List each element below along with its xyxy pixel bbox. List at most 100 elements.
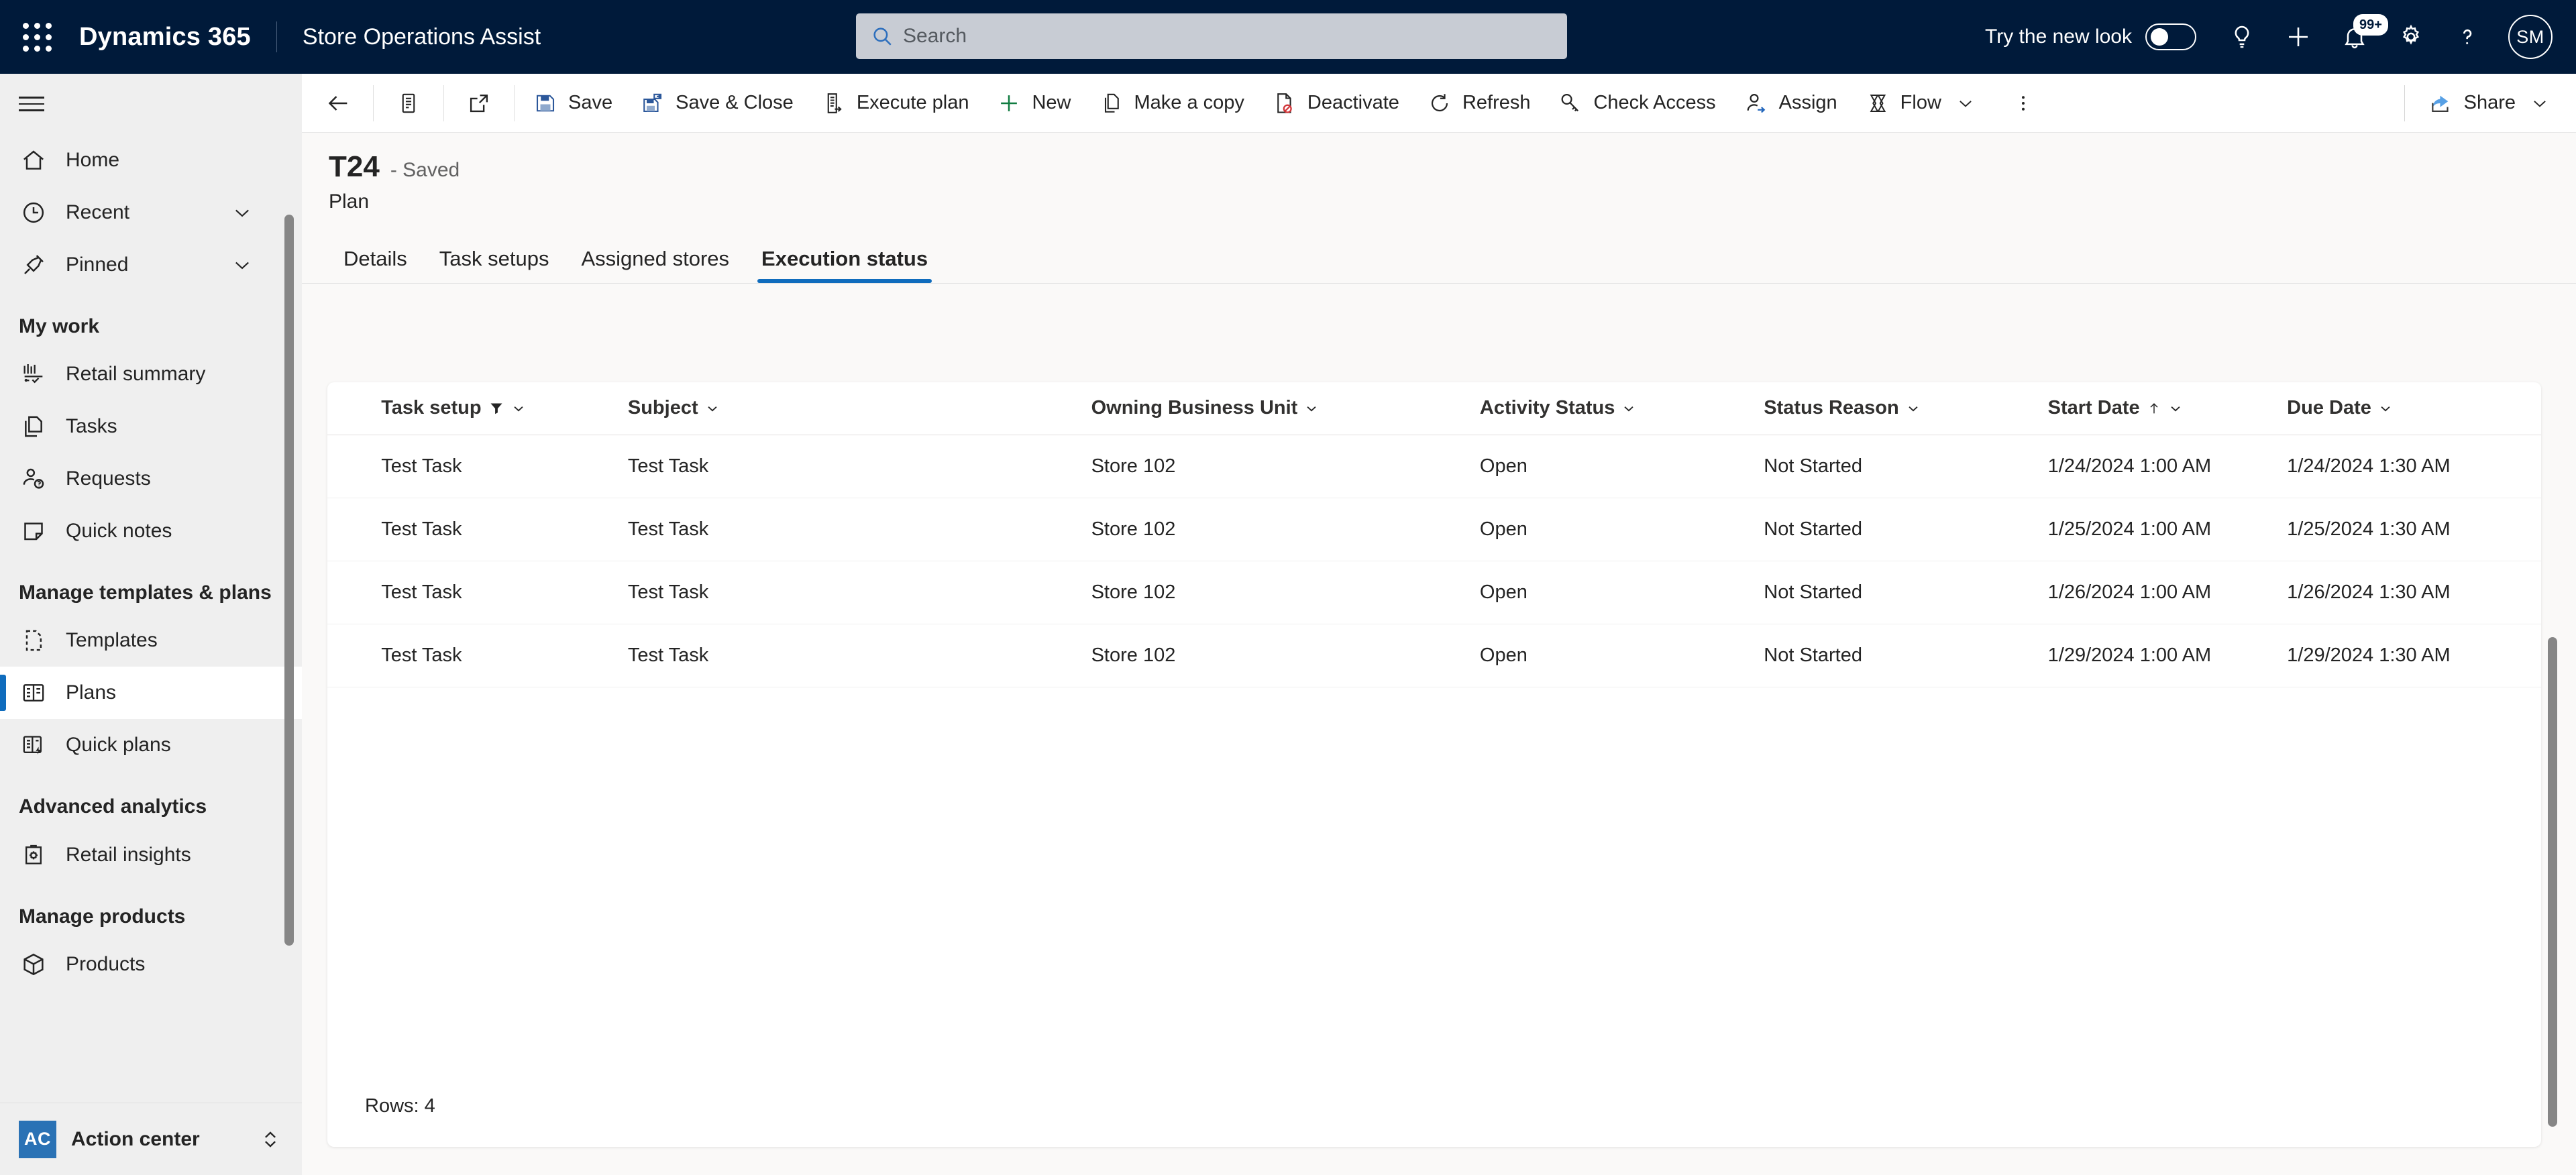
- column-header-status-reason[interactable]: Status Reason: [1764, 382, 2048, 435]
- hamburger-icon: [19, 92, 44, 116]
- cell-task-setup[interactable]: Test Task: [381, 435, 628, 498]
- settings-button[interactable]: [2383, 9, 2439, 65]
- sidebar-item-label: Products: [66, 952, 146, 975]
- tab-execution-status[interactable]: Execution status: [745, 247, 944, 283]
- filter-icon[interactable]: [488, 400, 504, 416]
- sidebar-item-products[interactable]: Products: [0, 938, 302, 991]
- column-label: Start Date: [2047, 397, 2140, 419]
- search-input[interactable]: Search: [856, 13, 1567, 59]
- action-center-button[interactable]: AC Action center: [0, 1103, 302, 1175]
- lightbulb-button[interactable]: [2214, 9, 2270, 65]
- chevron-down-icon[interactable]: [511, 401, 526, 416]
- sidebar-item-plans[interactable]: Plans: [0, 667, 302, 720]
- table-row[interactable]: Test Task Test Task Store 102 Open Not S…: [327, 561, 2541, 624]
- share-button[interactable]: Share: [2414, 74, 2576, 133]
- app-name[interactable]: Store Operations Assist: [303, 24, 541, 50]
- sitemap-toggle-button[interactable]: [0, 74, 302, 134]
- row-select-cell[interactable]: [327, 561, 382, 624]
- lightbulb-icon: [2229, 23, 2255, 50]
- app-launcher-button[interactable]: [0, 0, 74, 74]
- tab-details[interactable]: Details: [327, 247, 423, 283]
- quick-create-button[interactable]: [2270, 9, 2326, 65]
- cell-subject[interactable]: Test Task: [627, 498, 1091, 561]
- grid-body: Test Task Test Task Store 102 Open Not S…: [327, 435, 2541, 687]
- more-commands-button[interactable]: [1992, 74, 2054, 133]
- table-row[interactable]: Test Task Test Task Store 102 Open Not S…: [327, 624, 2541, 687]
- cell-subject[interactable]: Test Task: [627, 561, 1091, 624]
- select-all-cell[interactable]: [327, 382, 382, 435]
- row-select-cell[interactable]: [327, 435, 382, 498]
- chevron-down-icon[interactable]: [2378, 401, 2393, 416]
- flow-button[interactable]: Flow: [1851, 74, 1992, 133]
- new-button[interactable]: New: [982, 74, 1084, 133]
- popout-button[interactable]: [448, 74, 510, 133]
- chevron-down-icon[interactable]: [705, 401, 720, 416]
- sidebar-item-quick-notes[interactable]: Quick notes: [0, 505, 302, 557]
- help-button[interactable]: [2439, 9, 2496, 65]
- try-new-look-toggle[interactable]: Try the new look: [1985, 23, 2196, 50]
- sidebar-item-retail-summary[interactable]: Retail summary: [0, 348, 302, 400]
- cell-owning-business-unit[interactable]: Store 102: [1091, 624, 1480, 687]
- chevron-down-icon[interactable]: [1952, 90, 1979, 117]
- command-label: Share: [2463, 92, 2516, 113]
- sidebar-item-retail-insights[interactable]: Retail insights: [0, 829, 302, 881]
- sidebar-item-quick-plans[interactable]: Quick plans: [0, 719, 302, 771]
- execute-plan-button[interactable]: Execute plan: [807, 74, 983, 133]
- save-and-close-button[interactable]: Save & Close: [626, 74, 807, 133]
- cell-status-reason: Not Started: [1764, 435, 2048, 498]
- sidebar-item-requests[interactable]: Requests: [0, 453, 302, 505]
- deactivate-button[interactable]: Deactivate: [1258, 74, 1413, 133]
- save-button[interactable]: Save: [519, 74, 626, 133]
- row-select-cell[interactable]: [327, 624, 382, 687]
- chevron-up-down-icon[interactable]: [258, 1127, 283, 1152]
- chevron-down-icon[interactable]: [1621, 401, 1636, 416]
- table-row[interactable]: Test Task Test Task Store 102 Open Not S…: [327, 435, 2541, 498]
- cell-status-reason: Not Started: [1764, 498, 2048, 561]
- cell-task-setup[interactable]: Test Task: [381, 624, 628, 687]
- cell-owning-business-unit[interactable]: Store 102: [1091, 435, 1480, 498]
- table-row[interactable]: Test Task Test Task Store 102 Open Not S…: [327, 498, 2541, 561]
- sidebar-item-recent[interactable]: Recent: [0, 186, 302, 239]
- form-selector-button[interactable]: [378, 74, 439, 133]
- column-header-due-date[interactable]: Due Date: [2287, 382, 2541, 435]
- column-header-subject[interactable]: Subject: [627, 382, 1091, 435]
- check-access-button[interactable]: Check Access: [1544, 74, 1729, 133]
- cell-subject[interactable]: Test Task: [627, 435, 1091, 498]
- row-select-cell[interactable]: [327, 498, 382, 561]
- cell-owning-business-unit[interactable]: Store 102: [1091, 498, 1480, 561]
- column-header-owning-business-unit[interactable]: Owning Business Unit: [1091, 382, 1480, 435]
- assign-button[interactable]: Assign: [1729, 74, 1851, 133]
- sidebar-scrollbar[interactable]: [284, 215, 294, 946]
- chevron-down-icon[interactable]: [1304, 401, 1319, 416]
- chevron-down-icon[interactable]: [231, 201, 254, 224]
- chevron-down-icon[interactable]: [1906, 401, 1921, 416]
- cell-task-setup[interactable]: Test Task: [381, 561, 628, 624]
- assign-icon: [1743, 90, 1770, 117]
- sidebar-item-pinned[interactable]: Pinned: [0, 239, 302, 291]
- column-header-start-date[interactable]: Start Date: [2047, 382, 2288, 435]
- toggle-switch[interactable]: [2145, 23, 2196, 50]
- main-scrollbar[interactable]: [2548, 637, 2557, 1127]
- user-avatar-button[interactable]: SM: [2502, 9, 2559, 65]
- execute-icon: [820, 90, 847, 117]
- sidebar-item-tasks[interactable]: Tasks: [0, 400, 302, 453]
- sidebar-item-home[interactable]: Home: [0, 134, 302, 186]
- brand-title[interactable]: Dynamics 365: [74, 23, 251, 52]
- refresh-button[interactable]: Refresh: [1413, 74, 1544, 133]
- chevron-down-icon[interactable]: [231, 254, 254, 276]
- back-button[interactable]: [307, 74, 369, 133]
- cell-subject[interactable]: Test Task: [627, 624, 1091, 687]
- column-header-task-setup[interactable]: Task setup: [381, 382, 628, 435]
- tab-assigned-stores[interactable]: Assigned stores: [565, 247, 745, 283]
- make-a-copy-button[interactable]: Make a copy: [1085, 74, 1258, 133]
- notifications-button[interactable]: 99+: [2326, 9, 2388, 65]
- global-search[interactable]: Search: [856, 13, 1567, 59]
- cell-task-setup[interactable]: Test Task: [381, 498, 628, 561]
- chevron-down-icon[interactable]: [2168, 401, 2183, 416]
- chevron-down-icon[interactable]: [2526, 90, 2553, 117]
- cell-owning-business-unit[interactable]: Store 102: [1091, 561, 1480, 624]
- tab-task-setups[interactable]: Task setups: [423, 247, 566, 283]
- column-header-activity-status[interactable]: Activity Status: [1479, 382, 1764, 435]
- sidebar-item-templates[interactable]: Templates: [0, 614, 302, 667]
- grid-table: Task setup Subject Owning Business Unit …: [327, 382, 2541, 687]
